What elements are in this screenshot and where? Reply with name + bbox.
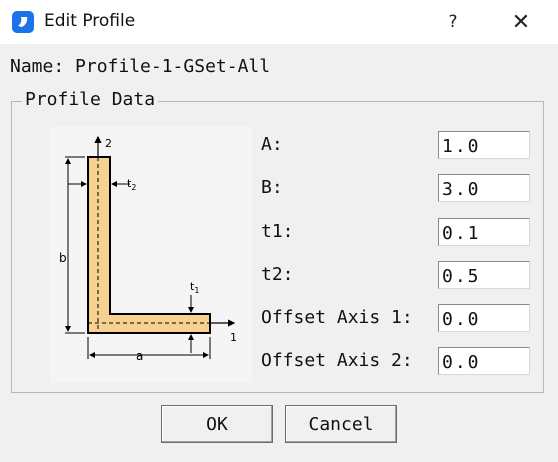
profile-name: Name: Profile-1-GSet-All: [10, 56, 271, 77]
axis-1-label: 1: [230, 331, 237, 344]
field-label-t1: t1:: [261, 221, 294, 242]
field-label-a: A:: [261, 134, 283, 155]
field-offset-axis-2-input[interactable]: [438, 347, 530, 375]
field-label-b: B:: [261, 177, 283, 198]
profile-data-group-title: Profile Data: [22, 89, 159, 110]
cancel-button[interactable]: Cancel: [285, 405, 397, 443]
dim-t2-label: t2: [127, 177, 136, 192]
field-offset-axis-1-input[interactable]: [438, 304, 530, 332]
field-label-offset-axis-2: Offset Axis 2:: [261, 350, 413, 371]
field-label-t2: t2:: [261, 264, 294, 285]
field-b-input[interactable]: [438, 174, 530, 202]
dim-t1-label: t1: [190, 280, 199, 295]
app-icon: [12, 11, 34, 33]
field-label-offset-axis-1: Offset Axis 1:: [261, 307, 413, 328]
field-t2-input[interactable]: [438, 261, 530, 289]
l-section-shape: [87, 156, 211, 334]
field-a-input[interactable]: [438, 131, 530, 159]
angle-section-diagram: 2 1 b a t2 t1: [50, 127, 252, 383]
ok-button[interactable]: OK: [161, 405, 273, 443]
dim-b-label: b: [59, 251, 67, 265]
close-button[interactable]: ✕: [503, 4, 539, 40]
dim-a-label: a: [136, 349, 143, 363]
title-bar: Edit Profile ? ✕: [0, 0, 558, 44]
field-t1-input[interactable]: [438, 218, 530, 246]
axis-2-label: 2: [105, 137, 112, 150]
help-button[interactable]: ?: [436, 4, 470, 40]
window-title: Edit Profile: [44, 11, 136, 31]
